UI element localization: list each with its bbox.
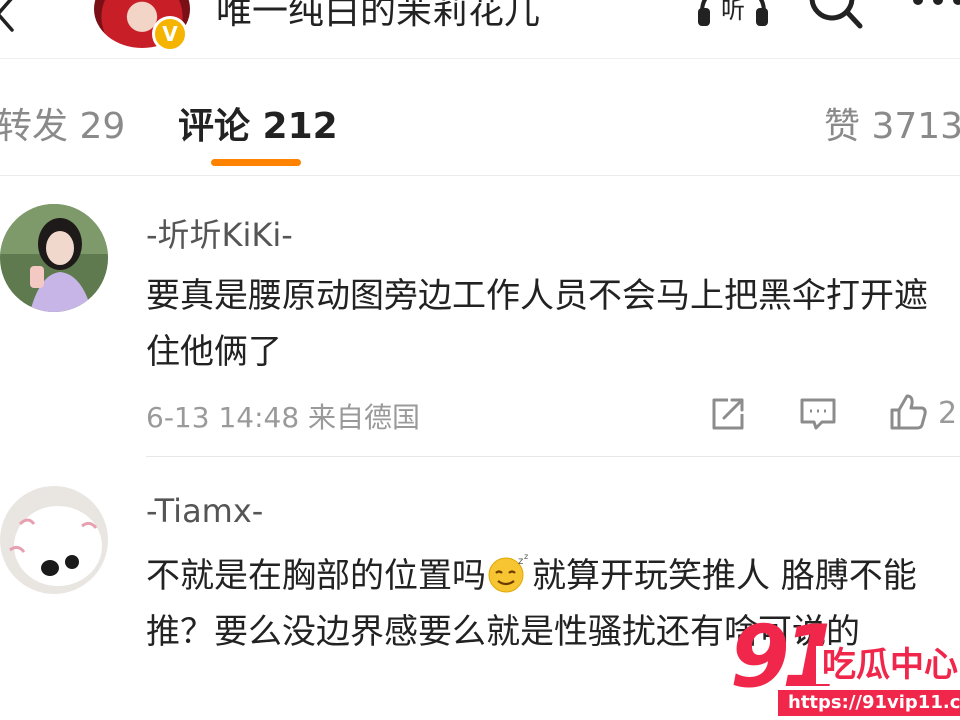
more-icon[interactable] <box>908 0 960 8</box>
comment-username[interactable]: -圻圻KiKi- <box>146 210 293 256</box>
sleepy-face-emoji-icon: z z <box>486 552 532 593</box>
avatar[interactable] <box>0 486 108 594</box>
watermark: 91 吃瓜中心 https://91vip11.com <box>720 612 960 720</box>
tab-comments[interactable]: 评论 212 <box>178 97 338 149</box>
comment-meta: 6-13 14:48 来自德国 <box>146 401 421 434</box>
top-bar: V 唯一纯白的茉莉花儿 听 <box>0 0 960 58</box>
avatar[interactable] <box>0 204 108 312</box>
tab-likes[interactable]: 赞 3713 <box>824 97 960 149</box>
tab-reposts[interactable]: 转发 29 <box>0 97 125 149</box>
watermark-url: https://91vip11.com <box>778 690 960 716</box>
comment-text-part: 不就是在胸部的位置吗 <box>146 556 486 596</box>
listen-button[interactable]: 听 <box>696 0 770 26</box>
reply-icon[interactable] <box>798 394 838 434</box>
divider <box>146 456 960 457</box>
share-icon[interactable] <box>708 394 748 434</box>
page-title: 唯一纯白的茉莉花儿 <box>216 0 541 32</box>
comment-item: -圻圻KiKi- 要真是腰原动图旁边工作人员不会马上把黑伞打开遮住他俩了 6-1… <box>0 176 960 458</box>
search-icon[interactable] <box>806 0 864 30</box>
tab-bar: 转发 29 评论 212 赞 3713 <box>0 58 960 176</box>
chevron-left-icon[interactable] <box>0 0 24 36</box>
comment-text: 要真是腰原动图旁边工作人员不会马上把黑伞打开遮住他俩了 <box>146 276 928 372</box>
avatar-image <box>0 204 108 312</box>
svg-text:z: z <box>524 553 528 561</box>
comment-username[interactable]: -Tiamx- <box>146 492 263 530</box>
like-count: 2 <box>938 396 958 431</box>
vip-badge-icon: V <box>152 16 188 52</box>
avatar-image <box>0 486 108 594</box>
like-icon[interactable] <box>888 392 928 432</box>
listen-label: 听 <box>721 0 745 24</box>
watermark-logo-text: 吃瓜中心 <box>816 646 960 684</box>
active-tab-indicator <box>211 159 301 166</box>
svg-text:z: z <box>518 556 523 567</box>
